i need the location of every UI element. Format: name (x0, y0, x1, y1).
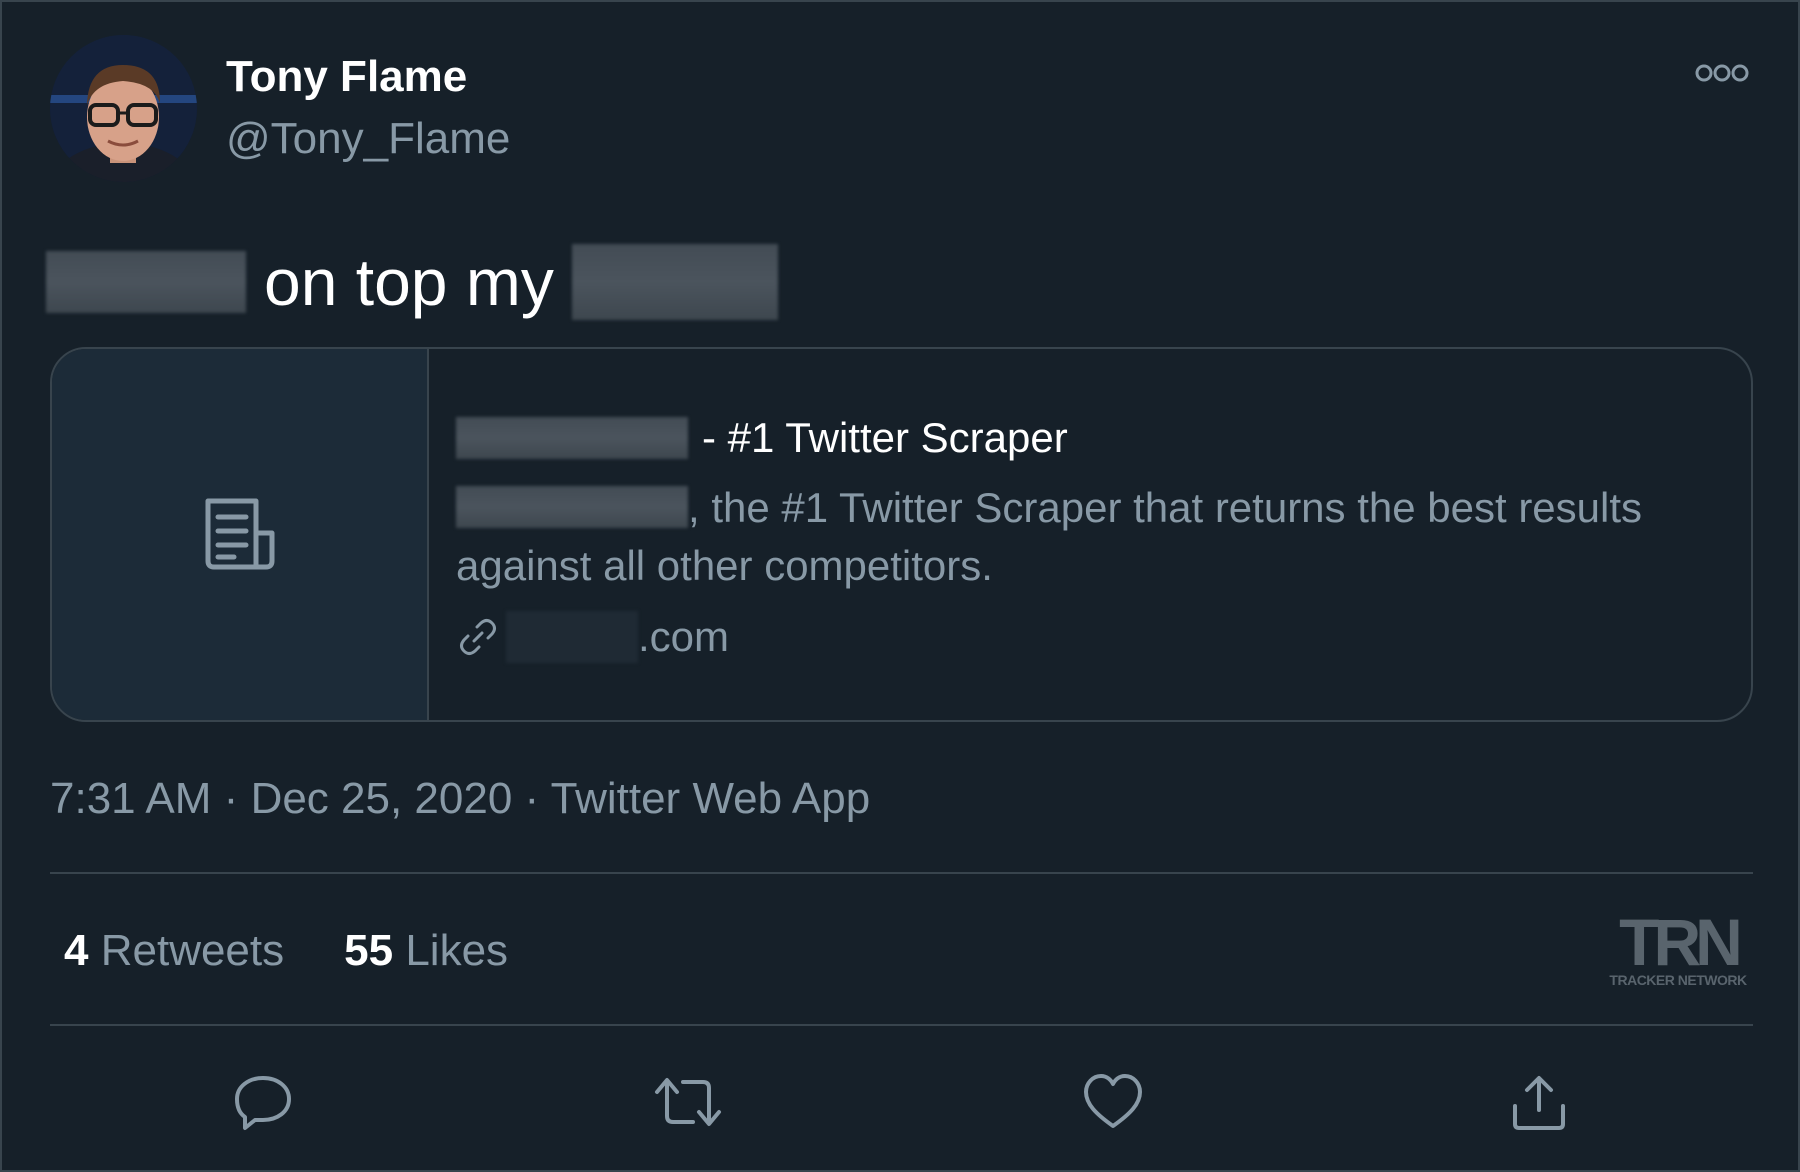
redacted-block (46, 251, 246, 313)
retweets-label: Retweets (100, 926, 285, 975)
card-title: - #1 Twitter Scraper (456, 414, 1068, 462)
watermark-logo: TRN TRACKER NETWORK (1602, 905, 1754, 988)
tweet-time[interactable]: 7:31 AM (50, 774, 211, 823)
meta-separator: · (524, 774, 540, 823)
author-name[interactable]: Tony Flame (226, 52, 467, 102)
card-description: , the #1 Twitter Scraper that returns th… (456, 479, 1746, 595)
like-button[interactable] (1078, 1067, 1148, 1137)
author-handle[interactable]: @Tony_Flame (226, 114, 510, 164)
redacted-block (456, 417, 688, 459)
likes-label: Likes (405, 926, 509, 975)
link-card[interactable]: - #1 Twitter Scraper , the #1 Twitter Sc… (50, 347, 1753, 722)
redacted-block (571, 244, 778, 320)
likes-count: 55 (344, 926, 394, 975)
tweet-stats: 4 Retweets 55 Likes (64, 926, 508, 976)
redacted-block (456, 486, 688, 528)
tweet-text-middle: on top my (264, 245, 554, 319)
more-button[interactable] (1692, 58, 1752, 88)
reply-button[interactable] (228, 1067, 298, 1137)
redacted-block (506, 611, 638, 663)
divider (50, 872, 1753, 874)
tweet-meta: 7:31 AM · Dec 25, 2020 · Twitter Web App (50, 774, 870, 824)
likes-stat[interactable]: 55 Likes (344, 926, 508, 976)
watermark-subtitle: TRACKER NETWORK (1609, 972, 1747, 988)
meta-separator: · (223, 774, 239, 823)
link-icon (460, 619, 496, 655)
divider (50, 1024, 1753, 1026)
retweet-button[interactable] (653, 1067, 723, 1137)
watermark-logo-text: TRN (1619, 905, 1743, 979)
tweet-container: Tony Flame @Tony_Flame on top my - #1 Tw… (0, 0, 1800, 1172)
share-button[interactable] (1504, 1067, 1574, 1137)
tweet-date[interactable]: Dec 25, 2020 (251, 774, 513, 823)
heart-icon (1084, 1074, 1142, 1128)
retweets-stat[interactable]: 4 Retweets (64, 926, 284, 976)
share-icon (1513, 1076, 1565, 1130)
card-thumbnail (52, 349, 429, 720)
tweet-source[interactable]: Twitter Web App (551, 774, 871, 823)
tweet-text: on top my (46, 237, 778, 327)
card-link: .com (456, 611, 729, 663)
avatar-photo (50, 35, 197, 182)
reply-icon (235, 1076, 291, 1130)
more-icon (1695, 64, 1749, 82)
card-title-text: - #1 Twitter Scraper (702, 414, 1068, 461)
avatar[interactable] (50, 35, 197, 182)
card-link-text: .com (638, 613, 730, 660)
retweet-icon (655, 1078, 721, 1126)
document-icon (205, 498, 274, 569)
retweets-count: 4 (64, 926, 89, 975)
